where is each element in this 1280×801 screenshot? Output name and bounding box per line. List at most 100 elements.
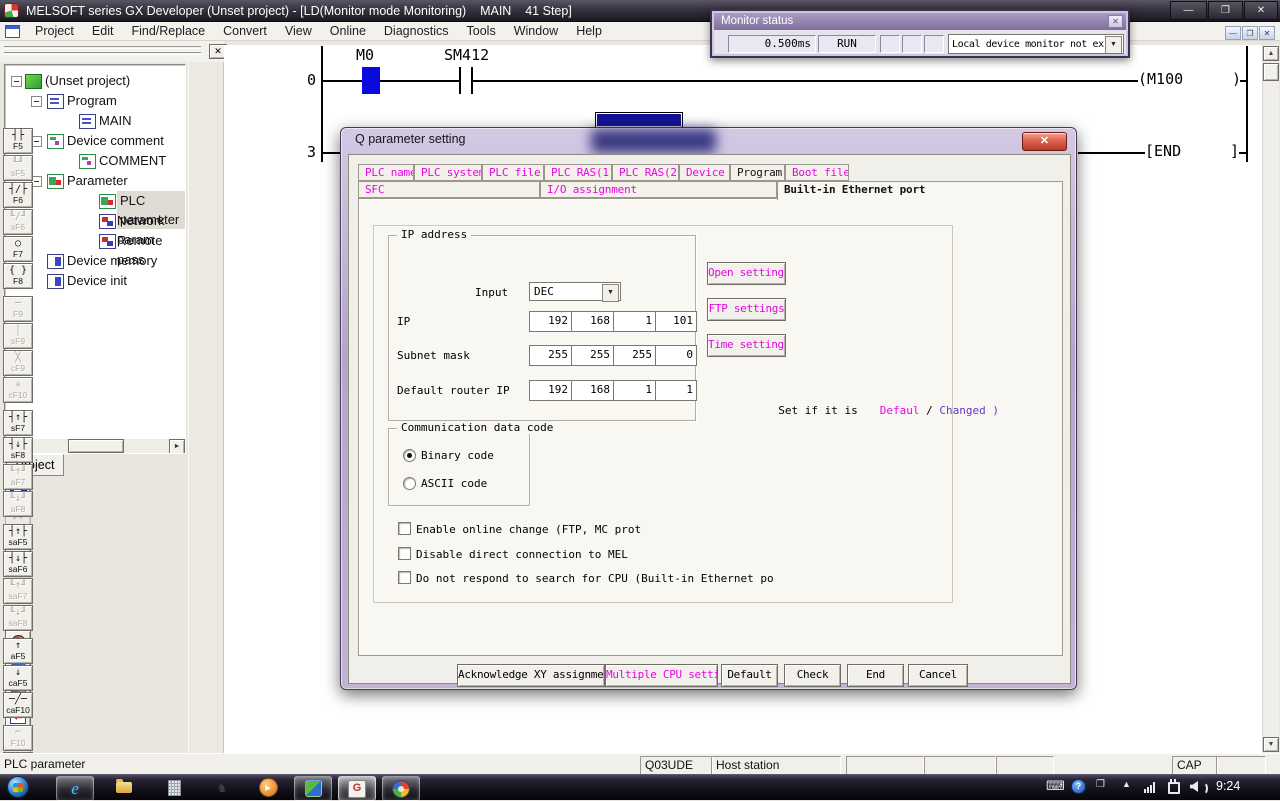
tool-pulse-open[interactable]: ┤↑├saF5: [3, 524, 33, 550]
binary-code-radio[interactable]: [403, 449, 416, 462]
menu-convert[interactable]: Convert: [214, 22, 276, 41]
tool-coil[interactable]: ○F7: [3, 236, 33, 262]
default-router-input[interactable]: 192 168 1 1: [529, 380, 697, 401]
taskbar-clock[interactable]: 9:24: [1216, 779, 1240, 793]
menu-project[interactable]: Project: [26, 22, 83, 41]
tool-invert-up[interactable]: ↑aF5: [3, 638, 33, 664]
menu-tools[interactable]: Tools: [458, 22, 505, 41]
chevron-down-icon[interactable]: ▼: [1105, 36, 1122, 54]
local-device-monitor-dropdown[interactable]: Local device monitor not execu ▼: [948, 34, 1124, 54]
tool-delete-vertical[interactable]: ✳cF10: [3, 377, 33, 403]
tab-plc-system[interactable]: PLC system: [414, 164, 482, 181]
mdi-close-button[interactable]: ✕: [1259, 26, 1275, 40]
taskbar-explorer[interactable]: [106, 776, 142, 799]
mdi-document-icon[interactable]: [5, 25, 20, 38]
ladder-cursor[interactable]: [595, 112, 683, 128]
ladder-vertical-scrollbar[interactable]: [1262, 45, 1279, 753]
tool-closed-contact[interactable]: ┤/├F6: [3, 182, 33, 208]
tool-pulse-closed[interactable]: ┤↓├saF6: [3, 551, 33, 577]
tool-open-branch[interactable]: ╙╜sF5: [3, 155, 33, 181]
tool-convert-block[interactable]: ⌐F10: [3, 725, 33, 751]
tool-closed-branch[interactable]: ╙/╜sF6: [3, 209, 33, 235]
menu-edit[interactable]: Edit: [83, 22, 123, 41]
menu-window[interactable]: Window: [505, 22, 567, 41]
tool-application-instruction[interactable]: { }F8: [3, 263, 33, 289]
network-signal-icon[interactable]: [1144, 782, 1155, 793]
collapse-icon[interactable]: [11, 76, 22, 87]
tab-io-assignment[interactable]: I/O assignment: [540, 181, 777, 198]
menu-help[interactable]: Help: [567, 22, 611, 41]
taskbar-app-2[interactable]: [294, 776, 332, 801]
cancel-button[interactable]: Cancel: [908, 664, 968, 687]
mdi-minimize-button[interactable]: —: [1225, 26, 1241, 40]
tool-horizontal-line[interactable]: ─F9: [3, 296, 33, 322]
taskbar-internet-explorer[interactable]: e: [56, 776, 94, 801]
scroll-up-icon[interactable]: ▲: [1263, 46, 1279, 61]
tab-boot-file[interactable]: Boot file: [785, 164, 849, 181]
tab-program[interactable]: Program: [730, 164, 785, 181]
tool-vertical-line[interactable]: │sF9: [3, 323, 33, 349]
tab-built-in-ethernet-port[interactable]: Built-in Ethernet port: [777, 181, 1063, 200]
end-button[interactable]: End: [847, 664, 904, 687]
close-button[interactable]: ✕: [1244, 1, 1278, 20]
menu-find-replace[interactable]: Find/Replace: [122, 22, 214, 41]
tab-plc-ras1[interactable]: PLC RAS(1): [544, 164, 612, 181]
tool-open-contact[interactable]: ┤├F5: [3, 128, 33, 154]
tab-plc-name[interactable]: PLC name: [358, 164, 414, 181]
chevron-down-icon[interactable]: ▼: [602, 284, 619, 302]
default-button[interactable]: Default: [721, 664, 778, 687]
monitor-close-icon[interactable]: ✕: [1108, 15, 1123, 28]
taskbar-media-player[interactable]: ▶: [250, 776, 286, 799]
input-format-dropdown[interactable]: DEC ▼: [529, 282, 621, 301]
mdi-restore-button[interactable]: ❐: [1242, 26, 1258, 40]
multiple-cpu-settings-button[interactable]: Multiple CPU settings: [605, 664, 718, 687]
coil-m100[interactable]: (M100: [1138, 70, 1183, 88]
ip-address-input[interactable]: 192 168 1 101: [529, 311, 697, 332]
ftp-settings-button[interactable]: FTP settings: [707, 298, 786, 321]
energized-contact-m0[interactable]: [362, 67, 380, 94]
check-button[interactable]: Check: [784, 664, 841, 687]
tool-rising-pulse[interactable]: ┤↑├sF7: [3, 410, 33, 436]
toolbar-grip[interactable]: [4, 46, 201, 49]
menu-diagnostics[interactable]: Diagnostics: [375, 22, 458, 41]
help-tray-icon[interactable]: ?: [1071, 779, 1086, 794]
time-settings-button[interactable]: Time settings: [707, 334, 786, 357]
tab-plc-file[interactable]: PLC file: [482, 164, 544, 181]
show-hidden-icons-icon[interactable]: ▲: [1122, 779, 1131, 789]
tab-sfc[interactable]: SFC: [358, 181, 540, 198]
tool-pulse-open-branch[interactable]: ╙↑╜saF7: [3, 578, 33, 604]
tool-falling-pulse[interactable]: ┤↓├sF8: [3, 437, 33, 463]
start-button[interactable]: [7, 776, 29, 798]
tool-falling-pulse-branch[interactable]: ╙↓╜aF8: [3, 491, 33, 517]
taskbar-calculator[interactable]: [156, 776, 192, 799]
collapse-icon[interactable]: [31, 96, 42, 107]
menu-online[interactable]: Online: [321, 22, 375, 41]
minimize-button[interactable]: —: [1170, 1, 1207, 20]
tool-pulse-closed-branch[interactable]: ╙↓╜saF8: [3, 605, 33, 631]
end-instruction[interactable]: [END: [1145, 142, 1181, 160]
power-plug-icon[interactable]: [1168, 779, 1180, 794]
scroll-right-icon[interactable]: ►: [169, 439, 185, 454]
acknowledge-xy-assignment-button[interactable]: Acknowledge XY assignment: [457, 664, 605, 687]
do-not-respond-search-checkbox[interactable]: [398, 571, 411, 584]
disable-direct-connection-checkbox[interactable]: [398, 547, 411, 560]
scroll-thumb[interactable]: [68, 439, 124, 453]
window-switch-tray-icon[interactable]: ❐: [1096, 779, 1105, 790]
taskbar-app[interactable]: ♞: [204, 776, 240, 799]
taskbar-paint-app[interactable]: [382, 776, 420, 801]
ascii-code-radio[interactable]: [403, 477, 416, 490]
tree-item-root[interactable]: (Unset project): [5, 71, 185, 90]
tool-delete-line[interactable]: ╳cF9: [3, 350, 33, 376]
toolbar-grip[interactable]: [4, 52, 201, 55]
menu-view[interactable]: View: [276, 22, 321, 41]
scroll-thumb[interactable]: [1263, 63, 1279, 81]
keyboard-tray-icon[interactable]: ⌨: [1046, 778, 1065, 794]
subnet-mask-input[interactable]: 255 255 255 0: [529, 345, 697, 366]
scroll-down-icon[interactable]: ▼: [1263, 737, 1279, 752]
tool-rising-pulse-branch[interactable]: ╙↑╜aF7: [3, 464, 33, 490]
dialog-close-button[interactable]: ✕: [1022, 132, 1067, 151]
tab-device[interactable]: Device: [679, 164, 730, 181]
enable-online-change-checkbox[interactable]: [398, 522, 411, 535]
tab-plc-ras2[interactable]: PLC RAS(2): [612, 164, 679, 181]
tool-invert-result[interactable]: ─╱─caF10: [3, 692, 33, 718]
